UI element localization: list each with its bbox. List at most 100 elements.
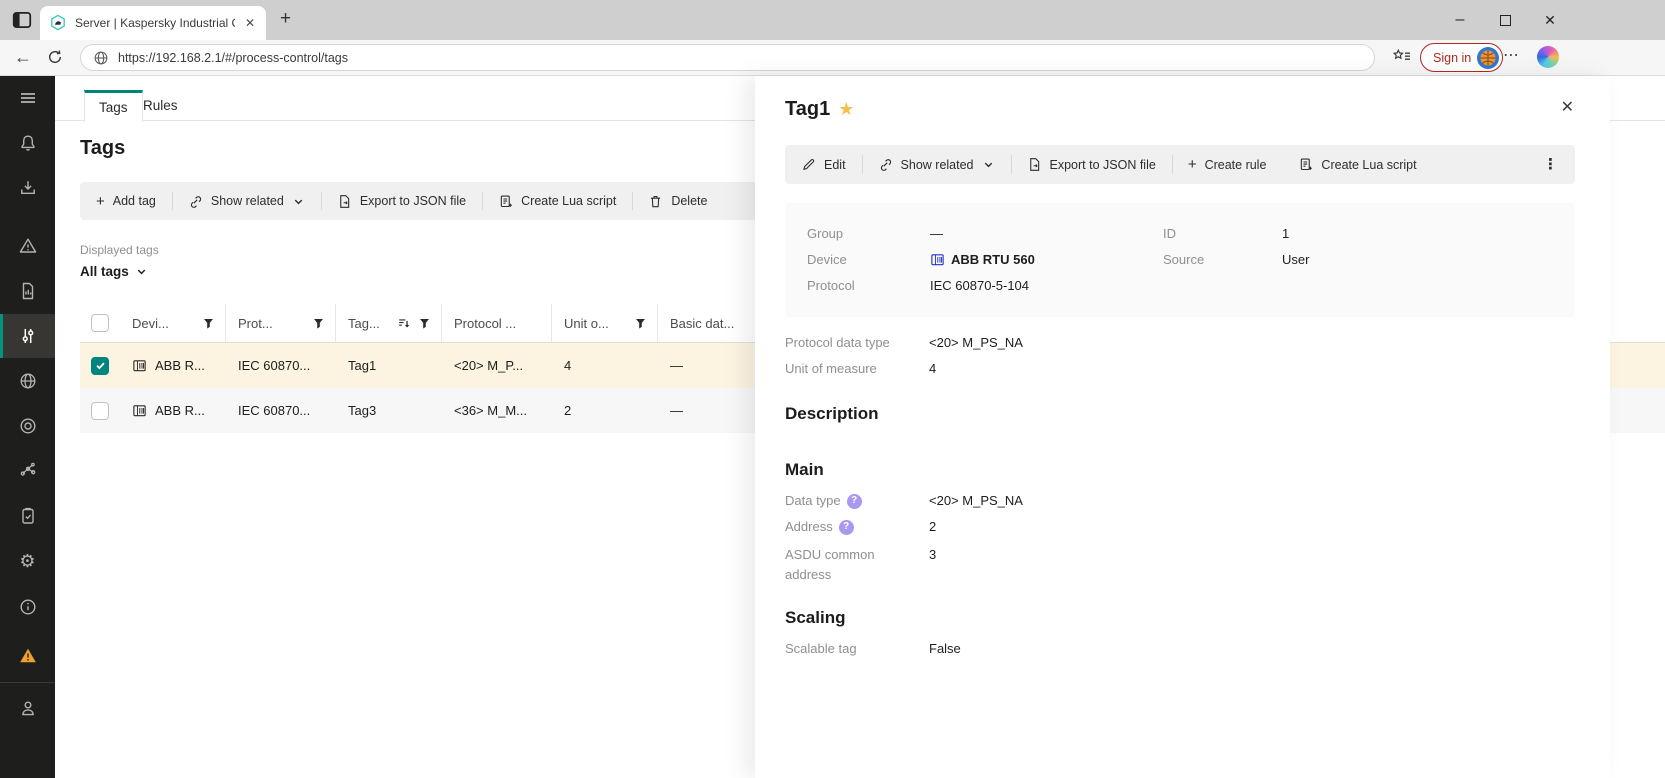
sort-icon[interactable] — [397, 316, 411, 330]
filter-icon[interactable] — [202, 317, 215, 330]
filter-icon[interactable] — [634, 317, 647, 330]
window-close-button[interactable]: ✕ — [1527, 0, 1573, 40]
browser-tab[interactable]: Server | Kaspersky Industrial Cybe ✕ — [40, 6, 266, 40]
site-info-globe-icon[interactable] — [93, 50, 109, 66]
audit-clipboard-icon[interactable] — [0, 494, 55, 538]
pencil-icon — [801, 157, 816, 172]
displayed-tags-label: Displayed tags — [80, 243, 159, 257]
browser-tab-strip: Server | Kaspersky Industrial Cybe ✕ + –… — [0, 0, 1665, 40]
cell-unit: 2 — [552, 388, 658, 433]
asdu-common-address-row: ASDU common address 3 — [785, 545, 936, 585]
panel-close-icon[interactable]: ✕ — [1561, 97, 1574, 117]
url-text[interactable]: https://192.168.2.1/#/process-control/ta… — [118, 51, 348, 65]
tags-filter-dropdown[interactable]: All tags — [80, 264, 148, 279]
browser-tab-title: Server | Kaspersky Industrial Cybe — [75, 16, 235, 30]
column-header-protocol[interactable]: Prot... — [226, 304, 336, 342]
plus-icon: + — [96, 194, 105, 209]
app-sidebar: ⚙ — [0, 76, 55, 778]
notifications-bell-icon[interactable] — [0, 121, 55, 165]
topology-nodes-icon[interactable] — [0, 448, 55, 492]
source-label: Source — [1163, 252, 1282, 267]
window-minimize-button[interactable]: – — [1437, 0, 1483, 40]
section-scaling: Scaling — [785, 608, 845, 628]
section-description: Description — [785, 404, 879, 424]
id-value: 1 — [1282, 226, 1289, 241]
back-icon[interactable]: ← — [14, 47, 32, 67]
device-rtu-icon — [132, 403, 147, 418]
info-icon[interactable] — [0, 585, 55, 629]
section-main: Main — [785, 460, 824, 480]
favorites-icon[interactable] — [1392, 48, 1412, 66]
create-lua-script-button[interactable]: Create Lua script — [482, 182, 632, 220]
tab-close-icon[interactable]: ✕ — [243, 16, 257, 30]
user-account-icon[interactable] — [0, 686, 55, 730]
script-icon — [498, 194, 513, 209]
menu-icon[interactable] — [0, 76, 55, 120]
favorite-star-icon[interactable]: ★ — [838, 99, 854, 120]
reports-document-icon[interactable] — [0, 269, 55, 313]
page-title: Tags — [80, 137, 125, 160]
scalable-tag-row: Scalable tag False — [785, 639, 961, 659]
protocol-label: Protocol — [807, 278, 930, 293]
copilot-icon[interactable] — [1537, 46, 1559, 68]
export-json-button[interactable]: Export to JSON file — [321, 182, 482, 220]
app-window: ⚙ Tags Rules Tags + Add tag — [0, 76, 1665, 778]
group-value: — — [930, 226, 943, 241]
tag-overview-card: Group— Device ABB RTU 560 ProtocolIEC 60… — [785, 203, 1575, 317]
site-favicon — [49, 14, 67, 32]
device-label: Device — [807, 252, 930, 267]
tab-tags[interactable]: Tags — [84, 90, 143, 122]
file-export-icon — [1027, 157, 1042, 172]
chevron-down-icon — [982, 158, 995, 171]
sidebar-item-process-control[interactable] — [0, 314, 55, 358]
window-maximize-button[interactable] — [1482, 0, 1528, 40]
plus-icon: + — [1188, 157, 1197, 172]
script-icon — [1298, 157, 1313, 172]
url-bar[interactable]: https://192.168.2.1/#/process-control/ta… — [80, 44, 1375, 71]
row-checkbox[interactable] — [80, 343, 120, 388]
row-checkbox[interactable] — [80, 388, 120, 433]
cell-device: ABB R... — [120, 388, 226, 433]
network-globe-icon[interactable] — [0, 359, 55, 403]
cell-unit: 4 — [552, 343, 658, 388]
column-header-protocol-data-type[interactable]: Protocol ... — [442, 304, 552, 342]
more-actions-kebab-icon[interactable]: ⋮ — [1543, 155, 1558, 173]
settings-gear-icon[interactable]: ⚙ — [0, 539, 55, 583]
tab-actions-icon[interactable] — [11, 9, 33, 31]
column-header-device[interactable]: Devi... — [120, 304, 226, 342]
export-json-button[interactable]: Export to JSON file — [1011, 145, 1172, 184]
create-rule-button[interactable]: + Create rule — [1172, 145, 1283, 184]
protocol-data-type-row: Protocol data type <20> M_PS_NA — [785, 333, 1023, 353]
help-icon[interactable]: ? — [839, 520, 854, 535]
delete-button[interactable]: Delete — [632, 182, 723, 220]
show-related-button[interactable]: Show related — [862, 145, 1011, 184]
updates-download-icon[interactable] — [0, 166, 55, 210]
target-scope-icon[interactable] — [0, 404, 55, 448]
refresh-icon[interactable] — [46, 48, 64, 66]
license-warning-icon[interactable] — [0, 634, 55, 678]
cell-tag-name: Tag1 — [336, 343, 442, 388]
alerts-warning-icon[interactable] — [0, 224, 55, 268]
browser-menu-icon[interactable]: ⋯ — [1503, 46, 1519, 66]
sign-in-button[interactable]: Sign in — [1420, 43, 1503, 72]
cell-device: ABB R... — [120, 343, 226, 388]
device-link[interactable]: ABB RTU 560 — [930, 252, 1035, 267]
cell-tag-name: Tag3 — [336, 388, 442, 433]
add-tag-button[interactable]: + Add tag — [80, 182, 172, 220]
file-export-icon — [337, 194, 352, 209]
column-header-tag-name[interactable]: Tag... — [336, 304, 442, 342]
show-related-button[interactable]: Show related — [172, 182, 321, 220]
filter-icon[interactable] — [418, 317, 431, 330]
column-header-unit[interactable]: Unit o... — [552, 304, 658, 342]
edit-button[interactable]: Edit — [785, 145, 862, 184]
filter-icon[interactable] — [312, 317, 325, 330]
help-icon[interactable]: ? — [847, 494, 862, 509]
cell-protocol-data-type: <20> M_P... — [442, 343, 552, 388]
new-tab-button[interactable]: + — [280, 8, 291, 30]
select-all-checkbox[interactable] — [80, 304, 120, 342]
create-lua-script-button[interactable]: Create Lua script — [1282, 145, 1432, 184]
protocol-value: IEC 60870-5-104 — [930, 278, 1029, 293]
chevron-down-icon — [292, 195, 305, 208]
chevron-down-icon — [135, 265, 148, 278]
group-label: Group — [807, 226, 930, 241]
